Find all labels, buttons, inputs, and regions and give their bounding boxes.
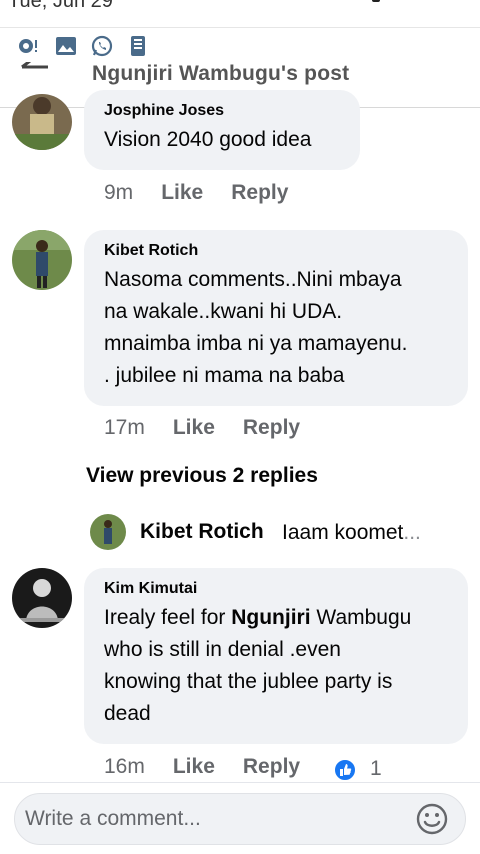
like-button[interactable]: Like bbox=[161, 181, 203, 204]
like-button[interactable]: Like bbox=[173, 416, 215, 439]
reaction-count[interactable]: 1 bbox=[370, 757, 382, 781]
comment-timestamp: 9m bbox=[104, 181, 134, 204]
reply-preview-body: Iaam koomet bbox=[282, 521, 404, 544]
comment-actions: 17m Like Reply bbox=[104, 416, 328, 440]
phone-clipboard-icon bbox=[131, 36, 145, 56]
comment-text-line: dead bbox=[104, 702, 151, 725]
like-button[interactable]: Like bbox=[173, 755, 215, 778]
location-chat-icon bbox=[19, 39, 37, 53]
status-indicator-icon bbox=[372, 0, 380, 2]
comment-text-line: mnaimba imba ni ya mamayenu. bbox=[104, 332, 408, 355]
comment-bubble[interactable]: Kibet Rotich Nasoma comments..Nini mbaya… bbox=[84, 230, 468, 406]
comment-author[interactable]: Josphine Joses bbox=[104, 102, 340, 120]
reply-ellipsis: ... bbox=[403, 521, 421, 544]
comment-bubble[interactable]: Josphine Joses Vision 2040 good idea bbox=[84, 90, 360, 170]
reply-author[interactable]: Kibet Rotich bbox=[140, 520, 264, 544]
avatar[interactable] bbox=[12, 94, 72, 150]
comment-text: Vision 2040 good idea bbox=[104, 128, 312, 151]
comment-input-placeholder: Write a comment... bbox=[25, 807, 201, 830]
reply-button[interactable]: Reply bbox=[231, 181, 288, 204]
gallery-icon bbox=[56, 37, 76, 55]
comment-text-line: na wakale..kwani hi UDA. bbox=[104, 300, 343, 323]
comment-text-line: Irealy feel for Ngunjiri Wambugu bbox=[104, 602, 448, 634]
comment-text-line: who is still in denial .even bbox=[104, 638, 341, 661]
comment-text-segment: Irealy feel for bbox=[104, 606, 232, 629]
avatar[interactable] bbox=[12, 230, 72, 290]
comment-author[interactable]: Kim Kimutai bbox=[104, 580, 448, 598]
comment-actions: 9m Like Reply bbox=[104, 181, 316, 205]
whatsapp-icon bbox=[91, 35, 113, 57]
reply-preview-text: Iaam koomet... bbox=[282, 521, 421, 545]
comment-text-line: . jubilee ni mama na baba bbox=[104, 364, 345, 387]
avatar[interactable] bbox=[12, 568, 72, 628]
view-previous-replies-link[interactable]: View previous 2 replies bbox=[86, 464, 318, 488]
comment-timestamp: 17m bbox=[104, 416, 145, 439]
comment-author[interactable]: Kibet Rotich bbox=[104, 242, 448, 260]
mentioned-user-link[interactable]: Ngunjiri bbox=[231, 606, 310, 629]
avatar bbox=[90, 514, 126, 550]
emoji-icon[interactable] bbox=[415, 802, 449, 836]
comment-text-line: knowing that the jublee party is bbox=[104, 670, 393, 693]
comment-timestamp: 16m bbox=[104, 755, 145, 778]
thumbs-up-reaction-icon[interactable] bbox=[333, 758, 357, 782]
back-arrow-icon[interactable] bbox=[20, 62, 50, 78]
reply-button[interactable]: Reply bbox=[243, 755, 300, 778]
comment-bubble[interactable]: Kim Kimutai Irealy feel for Ngunjiri Wam… bbox=[84, 568, 468, 744]
status-bar: Tue, Jun 29 bbox=[0, 0, 480, 28]
comment-composer: Write a comment... bbox=[0, 782, 480, 854]
notification-icons-row bbox=[0, 28, 480, 62]
comment-actions: 16m Like Reply bbox=[104, 755, 328, 779]
reply-button[interactable]: Reply bbox=[243, 416, 300, 439]
comment-text-segment: Wambugu bbox=[310, 606, 412, 629]
comment-text-line: Nasoma comments..Nini mbaya bbox=[104, 268, 402, 291]
status-time: Tue, Jun 29 bbox=[8, 0, 113, 12]
page-title: Ngunjiri Wambugu's post bbox=[92, 62, 350, 85]
comment-input[interactable]: Write a comment... bbox=[14, 793, 466, 845]
